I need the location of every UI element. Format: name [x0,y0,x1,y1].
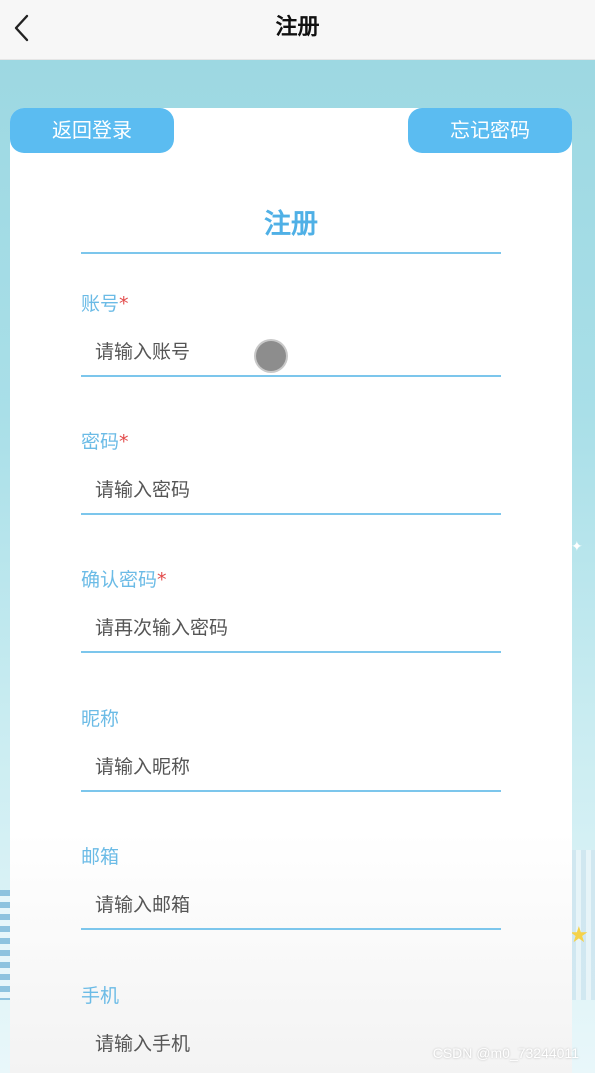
sparkle-icon: ✦ [571,539,583,555]
required-mark: * [119,293,129,315]
field-label: 确认密码* [81,567,167,593]
watermark: CSDN @m0_73244011 [432,1045,579,1061]
form-title: 注册 [81,202,501,254]
account-input[interactable] [81,329,501,377]
nickname-input[interactable] [81,744,501,792]
account-field: 账号* [81,291,501,391]
register-card: 返回登录 忘记密码 注册 账号* 密码* 确认密码* 昵称 邮箱 手机 [10,108,572,1073]
field-label-text: 账号 [81,293,120,315]
page-title: 注册 [275,15,320,40]
field-label-text: 确认密码 [81,569,158,591]
forgot-password-button[interactable]: 忘记密码 [408,108,572,153]
nickname-field: 昵称 [81,706,501,806]
required-mark: * [119,431,129,453]
field-label-text: 手机 [81,985,120,1007]
field-label: 手机 [81,983,119,1009]
field-label-text: 昵称 [81,708,120,730]
password-input[interactable] [81,467,501,515]
required-mark: * [157,569,167,591]
field-label: 邮箱 [81,844,119,870]
nav-bar: 注册 [0,0,595,60]
touch-indicator [256,341,286,371]
star-icon: ★ [569,923,589,948]
field-label: 昵称 [81,706,119,732]
confirm-password-input[interactable] [81,605,501,653]
back-to-login-button[interactable]: 返回登录 [10,108,174,153]
field-label: 密码* [81,429,129,455]
email-input[interactable] [81,882,501,930]
confirm-password-field: 确认密码* [81,567,501,667]
field-label-text: 密码 [81,431,120,453]
field-label: 账号* [81,291,129,317]
password-field: 密码* [81,429,501,529]
email-field: 邮箱 [81,844,501,944]
field-label-text: 邮箱 [81,846,120,868]
